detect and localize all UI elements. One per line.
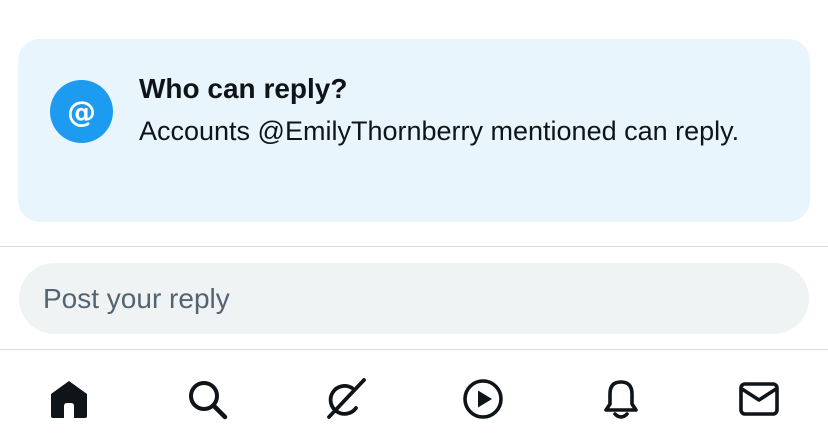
bottom-navigation-bar [0, 350, 828, 448]
at-sign-icon: @ [50, 80, 113, 143]
who-can-reply-card: @ Who can reply? Accounts @EmilyThornber… [18, 39, 810, 222]
who-can-reply-title: Who can reply? [139, 73, 348, 104]
home-icon [51, 381, 87, 418]
notifications-bell-icon [604, 380, 638, 419]
nav-grok-button[interactable] [322, 376, 368, 422]
reply-panel: @ Who can reply? Accounts @EmilyThornber… [0, 0, 828, 448]
who-can-reply-description: Accounts @EmilyThornberry mentioned can … [139, 116, 740, 146]
post-reply-input[interactable] [19, 263, 809, 334]
search-icon [189, 381, 228, 420]
grok-icon [327, 378, 366, 419]
nav-messages-button[interactable] [736, 376, 782, 422]
divider [0, 246, 828, 247]
nav-video-button[interactable] [460, 376, 506, 422]
nav-home-button[interactable] [46, 376, 92, 422]
messages-envelope-icon [739, 382, 779, 416]
video-icon [463, 379, 503, 419]
nav-notifications-button[interactable] [598, 376, 644, 422]
nav-search-button[interactable] [184, 376, 230, 422]
